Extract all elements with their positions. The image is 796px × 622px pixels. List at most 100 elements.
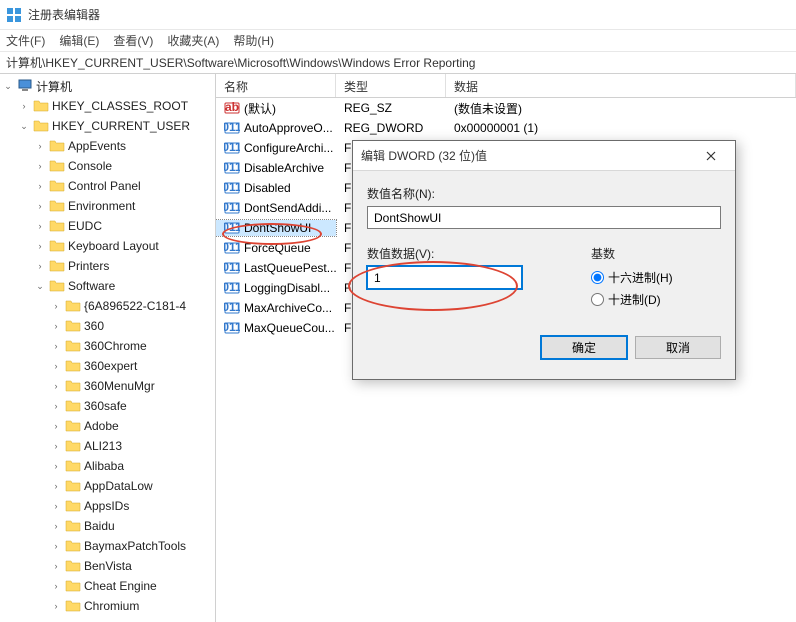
- tree-hkcr[interactable]: ›HKEY_CLASSES_ROOT: [0, 96, 215, 116]
- tree-item-alibaba[interactable]: ›Alibaba: [0, 456, 215, 476]
- chevron-right-icon[interactable]: ›: [34, 200, 46, 212]
- tree-item-console[interactable]: ›Console: [0, 156, 215, 176]
- binary-icon: 011: [224, 220, 240, 236]
- folder-icon: [65, 338, 81, 354]
- dialog-titlebar[interactable]: 编辑 DWORD (32 位)值: [353, 141, 735, 171]
- col-data[interactable]: 数据: [446, 74, 796, 97]
- list-row[interactable]: 011AutoApproveO...REG_DWORD0x00000001 (1…: [216, 118, 796, 138]
- tree-item-environment[interactable]: ›Environment: [0, 196, 215, 216]
- svg-text:011: 011: [224, 160, 240, 174]
- tree-item-baidu[interactable]: ›Baidu: [0, 516, 215, 536]
- value-name: Disabled: [244, 181, 291, 195]
- tree-root[interactable]: ⌄计算机: [0, 76, 215, 96]
- tree-item-cheat-engine[interactable]: ›Cheat Engine: [0, 576, 215, 596]
- chevron-right-icon[interactable]: ›: [18, 100, 30, 112]
- chevron-right-icon[interactable]: ›: [34, 140, 46, 152]
- chevron-right-icon[interactable]: ›: [50, 400, 62, 412]
- value-data-input[interactable]: [367, 266, 522, 289]
- col-type[interactable]: 类型: [336, 74, 446, 97]
- tree-item-baymaxpatchtools[interactable]: ›BaymaxPatchTools: [0, 536, 215, 556]
- binary-icon: 011: [224, 140, 240, 156]
- value-name-label: 数值名称(N):: [367, 185, 721, 202]
- svg-text:011: 011: [224, 300, 240, 314]
- chevron-right-icon[interactable]: ›: [50, 380, 62, 392]
- radio-hex-row[interactable]: 十六进制(H): [591, 266, 721, 288]
- menu-view[interactable]: 查看(V): [113, 32, 153, 49]
- chevron-right-icon[interactable]: ›: [34, 240, 46, 252]
- chevron-right-icon[interactable]: ›: [50, 340, 62, 352]
- value-name: AutoApproveO...: [244, 121, 333, 135]
- folder-icon: [65, 598, 81, 614]
- folder-icon: [65, 538, 81, 554]
- folder-icon: [65, 438, 81, 454]
- chevron-right-icon[interactable]: ›: [34, 180, 46, 192]
- svg-text:ab: ab: [225, 100, 239, 114]
- ok-button[interactable]: 确定: [541, 336, 627, 359]
- tree-item-360safe[interactable]: ›360safe: [0, 396, 215, 416]
- tree-item-eudc[interactable]: ›EUDC: [0, 216, 215, 236]
- chevron-right-icon[interactable]: ›: [50, 520, 62, 532]
- tree-item-appevents[interactable]: ›AppEvents: [0, 136, 215, 156]
- tree-item-printers[interactable]: ›Printers: [0, 256, 215, 276]
- address-bar[interactable]: 计算机\HKEY_CURRENT_USER\Software\Microsoft…: [0, 52, 796, 74]
- radio-dec[interactable]: [591, 293, 604, 306]
- list-row[interactable]: ab(默认)REG_SZ(数值未设置): [216, 98, 796, 118]
- value-name: ConfigureArchi...: [244, 141, 333, 155]
- tree-item-appdatalow[interactable]: ›AppDataLow: [0, 476, 215, 496]
- value-data-label: 数值数据(V):: [367, 245, 561, 262]
- chevron-right-icon[interactable]: ›: [50, 500, 62, 512]
- chevron-right-icon[interactable]: ›: [50, 580, 62, 592]
- folder-icon: [65, 578, 81, 594]
- app-title: 注册表编辑器: [28, 6, 100, 23]
- tree-hkcu[interactable]: ⌄HKEY_CURRENT_USER: [0, 116, 215, 136]
- col-name[interactable]: 名称: [216, 74, 336, 97]
- radio-dec-row[interactable]: 十进制(D): [591, 288, 721, 310]
- binary-icon: 011: [224, 160, 240, 176]
- tree-item-360[interactable]: ›360: [0, 316, 215, 336]
- chevron-right-icon[interactable]: ›: [50, 320, 62, 332]
- chevron-right-icon[interactable]: ›: [50, 600, 62, 612]
- cancel-button[interactable]: 取消: [635, 336, 721, 359]
- tree-item-software[interactable]: ⌄Software: [0, 276, 215, 296]
- menu-file[interactable]: 文件(F): [6, 32, 45, 49]
- radio-hex[interactable]: [591, 271, 604, 284]
- tree-item-control-panel[interactable]: ›Control Panel: [0, 176, 215, 196]
- tree-item-ali213[interactable]: ›ALI213: [0, 436, 215, 456]
- chevron-right-icon[interactable]: ›: [50, 560, 62, 572]
- svg-text:011: 011: [224, 180, 240, 194]
- tree-item-360expert[interactable]: ›360expert: [0, 356, 215, 376]
- tree-item-chromium[interactable]: ›Chromium: [0, 596, 215, 616]
- tree-item-appsids[interactable]: ›AppsIDs: [0, 496, 215, 516]
- chevron-down-icon[interactable]: ⌄: [18, 120, 30, 132]
- folder-icon: [65, 318, 81, 334]
- tree-item-360menumgr[interactable]: ›360MenuMgr: [0, 376, 215, 396]
- tree-panel[interactable]: ⌄计算机›HKEY_CLASSES_ROOT⌄HKEY_CURRENT_USER…: [0, 74, 216, 622]
- tree-item-360chrome[interactable]: ›360Chrome: [0, 336, 215, 356]
- dialog-title: 编辑 DWORD (32 位)值: [361, 147, 487, 164]
- chevron-right-icon[interactable]: ›: [50, 440, 62, 452]
- chevron-right-icon[interactable]: ›: [50, 360, 62, 372]
- close-icon[interactable]: [695, 146, 727, 166]
- chevron-down-icon[interactable]: ⌄: [34, 280, 46, 292]
- tree-item--6a896522-c181-4[interactable]: ›{6A896522-C181-4: [0, 296, 215, 316]
- tree-item-keyboard-layout[interactable]: ›Keyboard Layout: [0, 236, 215, 256]
- binary-icon: 011: [224, 260, 240, 276]
- chevron-right-icon[interactable]: ›: [50, 480, 62, 492]
- tree-item-adobe[interactable]: ›Adobe: [0, 416, 215, 436]
- chevron-right-icon[interactable]: ›: [50, 420, 62, 432]
- chevron-right-icon[interactable]: ›: [34, 220, 46, 232]
- folder-icon: [49, 238, 65, 254]
- chevron-right-icon[interactable]: ›: [50, 460, 62, 472]
- tree-item-benvista[interactable]: ›BenVista: [0, 556, 215, 576]
- menu-edit[interactable]: 编辑(E): [59, 32, 99, 49]
- chevron-down-icon[interactable]: ⌄: [2, 80, 14, 92]
- menu-help[interactable]: 帮助(H): [233, 32, 274, 49]
- chevron-right-icon[interactable]: ›: [50, 540, 62, 552]
- chevron-right-icon[interactable]: ›: [34, 160, 46, 172]
- chevron-right-icon[interactable]: ›: [34, 260, 46, 272]
- binary-icon: 011: [224, 300, 240, 316]
- chevron-right-icon[interactable]: ›: [50, 300, 62, 312]
- menu-favorites[interactable]: 收藏夹(A): [167, 32, 219, 49]
- value-name-input[interactable]: [367, 206, 721, 229]
- value-data: (数值未设置): [446, 100, 796, 117]
